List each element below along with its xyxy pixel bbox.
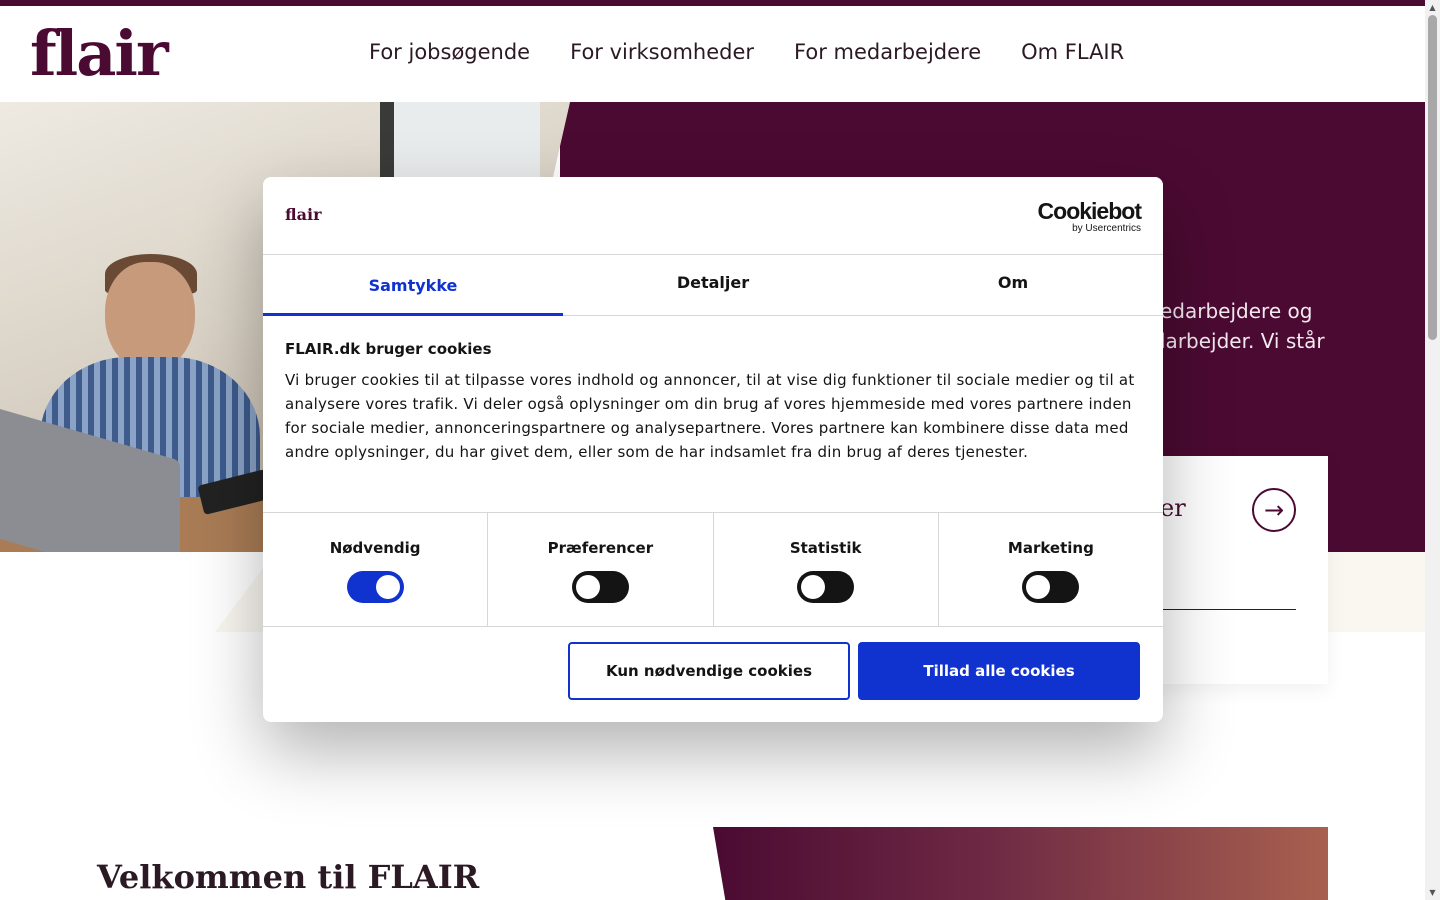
category-label: Nødvendig [329,539,421,557]
category-statistics: Statistik [714,513,939,626]
page-scrollbar[interactable]: ▲ ▼ [1425,0,1440,900]
main-nav: For jobsøgende For virksomheder For meda… [369,40,1124,64]
scroll-up-icon[interactable]: ▲ [1425,0,1440,15]
dialog-site-logo: flair [285,205,322,224]
toggle-necessary[interactable] [346,571,404,603]
cookie-consent-dialog: flair Cookiebot by Usercentrics Samtykke… [263,177,1163,722]
cookiebot-logo[interactable]: Cookiebot by Usercentrics [1037,198,1142,234]
nav-item-companies[interactable]: For virksomheder [570,40,754,64]
necessary-only-button[interactable]: Kun nødvendige cookies [568,642,850,700]
scroll-down-icon[interactable]: ▼ [1425,885,1440,900]
category-label: Præferencer [547,539,654,557]
category-necessary: Nødvendig [263,513,489,626]
dialog-title: FLAIR.dk bruger cookies [285,340,492,358]
nav-item-employees[interactable]: For medarbejdere [794,40,981,64]
cookiebot-sub: by Usercentrics [1072,223,1141,234]
card-divider [1160,609,1296,610]
arrow-right-circle-icon[interactable]: → [1252,488,1296,532]
category-marketing: Marketing [939,513,1163,626]
toggle-marketing[interactable] [1022,571,1080,603]
cookie-categories: Nødvendig Præferencer Statistik Marketin… [263,512,1163,627]
tab-details[interactable]: Detaljer [563,255,863,315]
site-logo[interactable]: flair [30,18,169,90]
tab-about[interactable]: Om [863,255,1163,315]
toggle-statistics[interactable] [797,571,855,603]
allow-all-button[interactable]: Tillad alle cookies [858,642,1140,700]
welcome-heading: Velkommen til FLAIR [97,858,480,896]
category-label: Statistik [789,539,862,557]
hero-intro-text: edarbejdere og larbejder. Vi står [1160,299,1325,353]
nav-item-about[interactable]: Om FLAIR [1021,40,1124,64]
dialog-header: flair Cookiebot by Usercentrics [263,177,1163,255]
toggle-preferences[interactable] [571,571,629,603]
card-title: er [1160,494,1186,522]
dialog-description: Vi bruger cookies til at tilpasse vores … [285,371,1135,461]
cookiebot-name: Cookiebot [1037,198,1142,224]
tab-consent[interactable]: Samtykke [263,255,563,316]
nav-item-jobseekers[interactable]: For jobsøgende [369,40,530,64]
welcome-image [713,827,1328,900]
category-label: Marketing [1007,539,1094,557]
dialog-body: FLAIR.dk bruger cookies Vi bruger cookie… [285,340,1145,464]
scroll-thumb[interactable] [1428,15,1437,340]
category-preferences: Præferencer [488,513,714,626]
dialog-tabs: Samtykke Detaljer Om [263,255,1163,316]
site-header: flair For jobsøgende For virksomheder Fo… [0,6,1425,102]
